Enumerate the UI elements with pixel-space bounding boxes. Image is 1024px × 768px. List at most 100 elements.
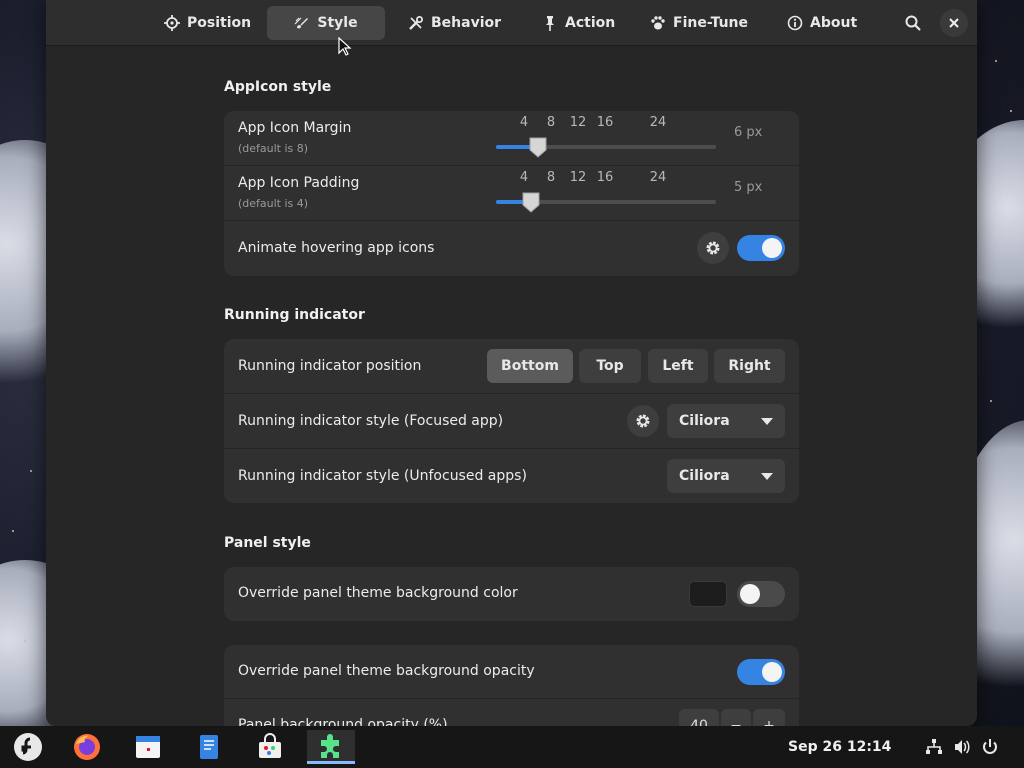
opacity-decrease-button[interactable]: − <box>721 709 751 726</box>
tab-label: About <box>810 15 858 31</box>
paw-icon <box>651 16 665 30</box>
section-title-running: Running indicator <box>224 307 365 323</box>
app-icon-padding-row: App Icon Padding (default is 4) 4 8 12 1… <box>224 166 799 221</box>
panel-opacity-row: Panel background opacity (%) 40 − + <box>224 699 799 726</box>
search-icon <box>905 15 921 31</box>
tick-label: 4 <box>519 170 529 185</box>
slider-value: 6 px <box>734 125 763 140</box>
row-title: App Icon Padding <box>238 175 360 191</box>
section-title-appicon: AppIcon style <box>224 79 332 95</box>
target-icon <box>164 15 180 31</box>
opacity-spin-entry[interactable]: 40 <box>679 709 719 726</box>
animate-hover-switch[interactable] <box>737 235 785 261</box>
calendar-launcher[interactable] <box>128 730 168 764</box>
override-opacity-switch[interactable] <box>737 659 785 685</box>
gear-icon <box>636 414 650 428</box>
running-unfocused-row: Running indicator style (Unfocused apps)… <box>224 449 799 503</box>
close-icon <box>949 18 959 28</box>
header-bar: Position Style Behavior Action Fine-Tune… <box>46 0 977 46</box>
chevron-down-icon <box>761 473 773 480</box>
animate-settings-button[interactable] <box>697 232 729 264</box>
slider-value: 5 px <box>734 180 763 195</box>
dropdown-value: Ciliora <box>679 413 730 429</box>
override-bg-color-switch[interactable] <box>737 581 785 607</box>
slider-ticks: 4 8 12 16 24 <box>496 115 716 135</box>
app-icon-padding-slider[interactable] <box>496 192 716 213</box>
position-top-button[interactable]: Top <box>579 349 641 383</box>
power-icon[interactable] <box>981 738 999 756</box>
slider-handle[interactable] <box>528 136 548 158</box>
chevron-down-icon <box>761 418 773 425</box>
calendar-icon <box>136 736 160 758</box>
close-button[interactable] <box>940 9 968 37</box>
gear-icon <box>706 241 720 255</box>
bg-color-swatch[interactable] <box>689 581 727 607</box>
taskbar: Sep 26 12:14 <box>0 726 1024 768</box>
tick-label: 8 <box>546 170 556 185</box>
tab-position[interactable]: Position <box>152 6 263 40</box>
row-title: Running indicator style (Focused app) <box>238 413 504 429</box>
running-focused-row: Running indicator style (Focused app) Ci… <box>224 394 799 449</box>
row-title: Override panel theme background opacity <box>238 663 535 679</box>
slider-ticks: 4 8 12 16 24 <box>496 170 716 190</box>
row-title: Override panel theme background color <box>238 585 518 601</box>
unfocused-style-dropdown[interactable]: Ciliora <box>667 459 785 493</box>
switch-knob <box>762 238 782 258</box>
tab-label: Fine-Tune <box>673 15 749 31</box>
focused-style-settings-button[interactable] <box>627 405 659 437</box>
panel-opacity-group: Override panel theme background opacity … <box>224 645 799 726</box>
tab-label: Action <box>565 15 616 31</box>
tick-label: 16 <box>596 170 614 185</box>
animate-hover-row: Animate hovering app icons <box>224 221 799 276</box>
clock[interactable]: Sep 26 12:14 <box>788 739 891 755</box>
tab-action[interactable]: Action <box>530 6 627 40</box>
slider-handle[interactable] <box>521 191 541 213</box>
extensions-launcher[interactable] <box>307 730 355 764</box>
volume-icon[interactable] <box>953 738 971 756</box>
activities-button[interactable] <box>8 730 48 764</box>
tab-fine-tune[interactable]: Fine-Tune <box>638 6 760 40</box>
position-bottom-button[interactable]: Bottom <box>487 349 573 383</box>
tick-label: 24 <box>649 170 667 185</box>
tick-label: 12 <box>569 170 587 185</box>
row-subtitle: (default is 4) <box>238 197 309 210</box>
switch-knob <box>762 662 782 682</box>
row-subtitle: (default is 8) <box>238 142 309 155</box>
opacity-increase-button[interactable]: + <box>753 709 785 726</box>
tick-label: 12 <box>569 115 587 130</box>
text-editor-launcher[interactable] <box>189 730 229 764</box>
settings-window: Position Style Behavior Action Fine-Tune… <box>46 0 977 726</box>
override-opacity-row: Override panel theme background opacity <box>224 645 799 699</box>
info-icon <box>787 15 803 31</box>
tick-label: 4 <box>519 115 529 130</box>
tab-style[interactable]: Style <box>267 6 385 40</box>
tick-label: 8 <box>546 115 556 130</box>
tick-label: 16 <box>596 115 614 130</box>
network-icon[interactable] <box>925 738 943 756</box>
software-icon <box>259 733 281 758</box>
tools-icon <box>409 16 423 30</box>
tab-behavior[interactable]: Behavior <box>396 6 513 40</box>
app-icon-margin-row: App Icon Margin (default is 8) 4 8 12 16… <box>224 111 799 166</box>
panel-bg-color-group: Override panel theme background color <box>224 567 799 621</box>
extensions-icon <box>321 733 339 758</box>
software-launcher[interactable] <box>250 730 290 764</box>
tab-label: Position <box>187 15 252 31</box>
app-icon-margin-slider[interactable] <box>496 137 716 158</box>
override-bg-color-row: Override panel theme background color <box>224 567 799 621</box>
running-position-row: Running indicator position Bottom Top Le… <box>224 339 799 394</box>
tab-label: Style <box>317 15 358 31</box>
tab-about[interactable]: About <box>775 6 869 40</box>
running-indicator-group: Running indicator position Bottom Top Le… <box>224 339 799 503</box>
settings-content: AppIcon style App Icon Margin (default i… <box>46 46 977 726</box>
firefox-launcher[interactable] <box>67 730 107 764</box>
switch-knob <box>740 584 760 604</box>
row-title: Running indicator style (Unfocused apps) <box>238 468 527 484</box>
search-button[interactable] <box>899 9 927 37</box>
dropdown-value: Ciliora <box>679 468 730 484</box>
focused-style-dropdown[interactable]: Ciliora <box>667 404 785 438</box>
position-right-button[interactable]: Right <box>714 349 785 383</box>
position-left-button[interactable]: Left <box>648 349 708 383</box>
mouse-cursor-icon <box>338 37 352 56</box>
appicon-group: App Icon Margin (default is 8) 4 8 12 16… <box>224 111 799 276</box>
